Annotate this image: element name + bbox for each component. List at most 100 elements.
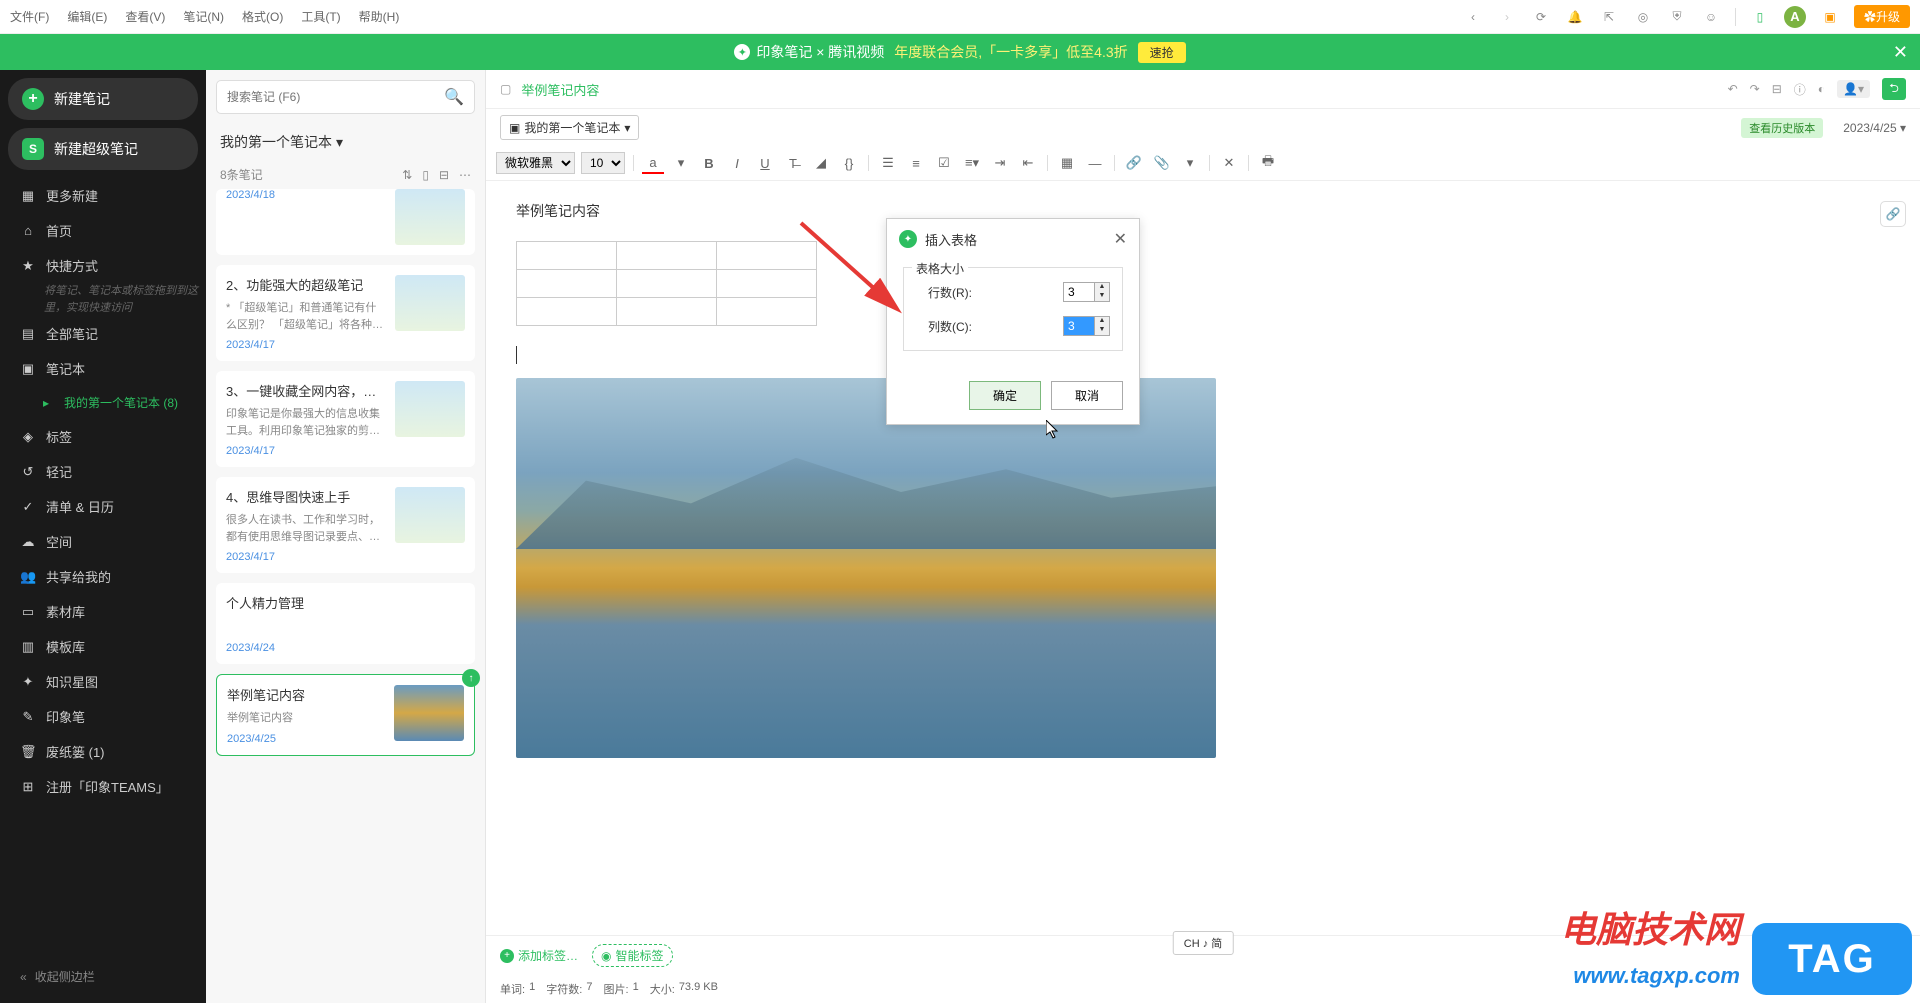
table-icon[interactable]: ▦ bbox=[1056, 152, 1078, 174]
sidebar-item-assets[interactable]: ▭素材库 bbox=[8, 594, 198, 629]
note-card[interactable]: 2、功能强大的超级笔记 * 「超级笔记」和普通笔记有什么区别？ 「超级笔记」将各… bbox=[216, 265, 475, 361]
collapse-sidebar-button[interactable]: « 收起侧边栏 bbox=[8, 958, 198, 995]
sidebar-item-teams[interactable]: ⊞注册「印象TEAMS」 bbox=[8, 769, 198, 804]
align-icon[interactable]: ≡▾ bbox=[961, 152, 983, 174]
content-title[interactable]: 举例笔记内容 bbox=[516, 201, 1890, 221]
more-format-icon[interactable]: ▾ bbox=[1179, 152, 1201, 174]
prints-icon[interactable]: 🖶 bbox=[1257, 152, 1279, 174]
note-card[interactable]: 个人精力管理 2023/4/24 bbox=[216, 583, 475, 664]
new-note-button[interactable]: + 新建笔记 bbox=[8, 78, 198, 120]
person-dropdown[interactable]: 👤▾ bbox=[1837, 80, 1870, 98]
focus-icon[interactable]: ◐ bbox=[1818, 82, 1825, 96]
target-icon[interactable]: ◎ bbox=[1633, 7, 1653, 27]
undo-icon[interactable]: ↶ bbox=[1728, 82, 1738, 96]
note-card[interactable]: 3、一键收藏全网内容，… 印象笔记是你最强大的信息收集工具。利用印象笔记独家的剪… bbox=[216, 371, 475, 467]
promo-button[interactable]: 速抢 bbox=[1138, 42, 1186, 63]
code-icon[interactable]: {} bbox=[838, 152, 860, 174]
smile-icon[interactable]: ☺ bbox=[1701, 7, 1721, 27]
notebook-title[interactable]: 我的第一个笔记本 ▾ bbox=[206, 124, 485, 160]
number-list-icon[interactable]: ≡ bbox=[905, 152, 927, 174]
font-color-icon[interactable]: a bbox=[642, 152, 664, 174]
date-label[interactable]: 2023/4/25 ▾ bbox=[1843, 121, 1906, 135]
redo-icon[interactable]: ↷ bbox=[1750, 82, 1760, 96]
cancel-button[interactable]: 取消 bbox=[1051, 381, 1123, 410]
sidebar-item-shortcuts[interactable]: ★快捷方式 bbox=[8, 248, 198, 283]
sidebar-item-light-note[interactable]: ↺轻记 bbox=[8, 454, 198, 489]
menu-note[interactable]: 笔记(N) bbox=[183, 8, 224, 25]
smart-tag-button[interactable]: ◉ 智能标签 bbox=[592, 944, 673, 967]
nav-back-icon[interactable]: ‹ bbox=[1463, 7, 1483, 27]
avatar[interactable]: A bbox=[1784, 6, 1806, 28]
sidebar-item-home[interactable]: ⌂首页 bbox=[8, 213, 198, 248]
promo-close-icon[interactable]: ✕ bbox=[1893, 42, 1908, 63]
highlight-icon[interactable]: ◢ bbox=[810, 152, 832, 174]
search-icon[interactable]: 🔍 bbox=[444, 87, 464, 107]
underline-icon[interactable]: U bbox=[754, 152, 776, 174]
note-card[interactable]: 4、思维导图快速上手 很多人在读书、工作和学习时，都有使用思维导图记录要点、… … bbox=[216, 477, 475, 573]
note-card[interactable]: 2023/4/18 bbox=[216, 189, 475, 255]
sidebar-item-shared[interactable]: 👥共享给我的 bbox=[8, 559, 198, 594]
mobile-icon[interactable]: ▯ bbox=[1750, 7, 1770, 27]
search-box[interactable]: 🔍 bbox=[216, 80, 475, 114]
rows-input[interactable] bbox=[1064, 283, 1094, 301]
cols-up-icon[interactable]: ▲ bbox=[1095, 317, 1109, 326]
checkbox-icon[interactable]: ☑ bbox=[933, 152, 955, 174]
sidebar-item-tags[interactable]: ◈标签 bbox=[8, 419, 198, 454]
editor-content[interactable]: 🔗 举例笔记内容 bbox=[486, 181, 1920, 935]
sidebar-item-space[interactable]: ☁空间 bbox=[8, 524, 198, 559]
sidebar-item-my-notebook[interactable]: ▸我的第一个笔记本 (8) bbox=[8, 386, 198, 419]
filter-icon[interactable]: ⊟ bbox=[439, 168, 449, 182]
view-icon[interactable]: ▯ bbox=[422, 168, 429, 182]
sidebar-item-templates[interactable]: ▥模板库 bbox=[8, 629, 198, 664]
cols-input[interactable] bbox=[1064, 317, 1094, 335]
rows-up-icon[interactable]: ▲ bbox=[1095, 283, 1109, 292]
sidebar-item-trash[interactable]: 🗑废纸篓 (1) bbox=[8, 734, 198, 769]
share-out-icon[interactable]: ⇱ bbox=[1599, 7, 1619, 27]
sidebar-item-more-new[interactable]: ▦更多新建 bbox=[8, 178, 198, 213]
content-image[interactable] bbox=[516, 378, 1216, 758]
hr-icon[interactable]: — bbox=[1084, 152, 1106, 174]
search-input[interactable] bbox=[227, 90, 444, 104]
sidebar-item-pen[interactable]: ✎印象笔 bbox=[8, 699, 198, 734]
print-icon[interactable]: ⊟ bbox=[1772, 82, 1782, 96]
gift-icon[interactable]: ▣ bbox=[1820, 7, 1840, 27]
menu-format[interactable]: 格式(O) bbox=[242, 8, 283, 25]
notebook-selector[interactable]: ▣ 我的第一个笔记本 ▾ bbox=[500, 115, 639, 140]
bullet-list-icon[interactable]: ☰ bbox=[877, 152, 899, 174]
link-icon[interactable]: 🔗 bbox=[1123, 152, 1145, 174]
cols-spinner[interactable]: ▲▼ bbox=[1063, 316, 1110, 336]
ok-button[interactable]: 确定 bbox=[969, 381, 1041, 410]
menu-help[interactable]: 帮助(H) bbox=[359, 8, 400, 25]
bell-icon[interactable]: 🔔 bbox=[1565, 7, 1585, 27]
info-icon[interactable]: ⓘ bbox=[1794, 81, 1806, 98]
menu-view[interactable]: 查看(V) bbox=[125, 8, 165, 25]
attach-icon[interactable]: 📎 bbox=[1151, 152, 1173, 174]
expand-icon[interactable]: ▢ bbox=[500, 82, 511, 96]
rows-down-icon[interactable]: ▼ bbox=[1095, 292, 1109, 301]
notes-scroll[interactable]: 2023/4/18 2、功能强大的超级笔记 * 「超级笔记」和普通笔记有什么区别… bbox=[206, 189, 485, 1003]
more-icon[interactable]: ⋯ bbox=[459, 168, 471, 182]
shield-icon[interactable]: ⛨ bbox=[1667, 7, 1687, 27]
clear-format-icon[interactable]: ✕ bbox=[1218, 152, 1240, 174]
sync-icon[interactable]: ⟳ bbox=[1531, 7, 1551, 27]
note-card-selected[interactable]: ↑ 举例笔记内容 举例笔记内容 2023/4/25 bbox=[216, 674, 475, 756]
dialog-close-icon[interactable]: ✕ bbox=[1114, 229, 1127, 249]
bold-icon[interactable]: B bbox=[698, 152, 720, 174]
breadcrumb[interactable]: 举例笔记内容 bbox=[521, 80, 599, 99]
cols-down-icon[interactable]: ▼ bbox=[1095, 326, 1109, 335]
content-table[interactable] bbox=[516, 241, 817, 326]
menu-tools[interactable]: 工具(T) bbox=[301, 8, 340, 25]
history-button[interactable]: 查看历史版本 bbox=[1741, 118, 1823, 138]
backlink-icon[interactable]: 🔗 bbox=[1880, 201, 1906, 227]
add-tag-button[interactable]: + 添加标签… bbox=[500, 947, 578, 964]
font-family-select[interactable]: 微软雅黑 bbox=[496, 152, 575, 174]
nav-forward-icon[interactable]: › bbox=[1497, 7, 1517, 27]
sidebar-item-knowledge[interactable]: ✦知识星图 bbox=[8, 664, 198, 699]
sidebar-item-notebooks[interactable]: ▣笔记本 bbox=[8, 351, 198, 386]
share-button[interactable]: ⮌ bbox=[1882, 78, 1906, 100]
font-size-select[interactable]: 10 bbox=[581, 152, 625, 174]
menu-edit[interactable]: 编辑(E) bbox=[67, 8, 107, 25]
italic-icon[interactable]: I bbox=[726, 152, 748, 174]
new-super-note-button[interactable]: S 新建超级笔记 bbox=[8, 128, 198, 170]
sidebar-item-all-notes[interactable]: ▤全部笔记 bbox=[8, 316, 198, 351]
